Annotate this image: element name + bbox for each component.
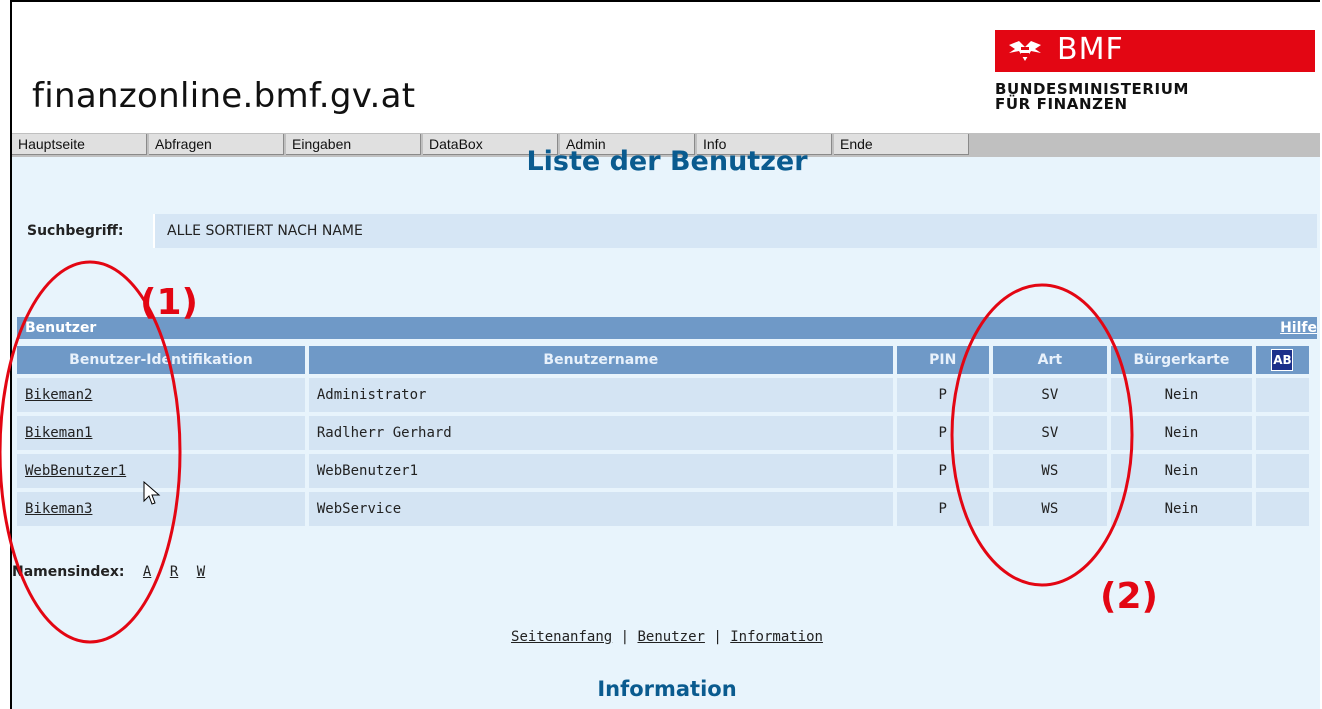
name-index-letter-w[interactable]: W [197, 564, 205, 580]
annotation-label-1: (1) [140, 282, 198, 323]
footer-separator: | [620, 629, 630, 645]
austrian-eagle-icon [1005, 39, 1045, 63]
search-label: Suchbegriff: [17, 214, 155, 248]
column-header-sort: AB [1255, 346, 1309, 374]
username-cell: WebBenutzer1 [308, 454, 893, 488]
footer-links: Seitenanfang | Benutzer | Information [12, 629, 1320, 645]
table-row: Bikeman3 WebService P WS Nein [17, 492, 1309, 526]
buergerkarte-cell: Nein [1111, 492, 1252, 526]
column-header-art[interactable]: Art [992, 346, 1107, 374]
name-index-letter-a[interactable]: A [143, 564, 151, 580]
buergerkarte-cell: Nein [1111, 378, 1252, 412]
column-header-buergerkarte[interactable]: Bürgerkarte [1111, 346, 1252, 374]
empty-cell [1255, 492, 1309, 526]
bmf-logo: BMF [995, 30, 1315, 72]
art-cell: WS [992, 492, 1107, 526]
help-link[interactable]: Hilfe [1280, 317, 1317, 339]
art-cell: SV [992, 416, 1107, 450]
footer-link-information[interactable]: Information [730, 629, 823, 645]
art-cell: WS [992, 454, 1107, 488]
user-id-cell: Bikeman2 [17, 378, 305, 412]
buergerkarte-cell: Nein [1111, 454, 1252, 488]
search-summary: Suchbegriff: ALLE SORTIERT NACH NAME [17, 214, 1317, 248]
empty-cell [1255, 416, 1309, 450]
empty-cell [1255, 378, 1309, 412]
footer-link-seitenanfang[interactable]: Seitenanfang [511, 629, 612, 645]
mouse-cursor-icon [143, 481, 161, 505]
empty-cell [1255, 454, 1309, 488]
footer-link-benutzer[interactable]: Benutzer [638, 629, 705, 645]
users-table: Benutzer-Identifikation Benutzername PIN… [13, 342, 1313, 530]
section-title: Benutzer [25, 320, 97, 336]
page-title: Liste der Benutzer [526, 146, 808, 177]
username-cell: WebService [308, 492, 893, 526]
sort-alphabet-icon[interactable]: AB [1271, 349, 1294, 371]
pin-cell: P [896, 416, 989, 450]
information-heading: Information [597, 677, 737, 701]
annotation-label-2: (2) [1100, 576, 1158, 617]
main-content: Liste der Benutzer Suchbegriff: ALLE SOR… [12, 146, 1320, 709]
search-value: ALLE SORTIERT NACH NAME [167, 223, 363, 239]
table-row: Bikeman2 Administrator P SV Nein [17, 378, 1309, 412]
column-header-pin[interactable]: PIN [896, 346, 989, 374]
pin-cell: P [896, 378, 989, 412]
column-header-username[interactable]: Benutzername [308, 346, 893, 374]
site-title: finanzonline.bmf.gv.at [32, 76, 416, 116]
table-header-row: Benutzer-Identifikation Benutzername PIN… [17, 346, 1309, 374]
name-index-label: Namensindex: [12, 564, 125, 580]
column-header-user-id[interactable]: Benutzer-Identifikation [17, 346, 305, 374]
ministry-line-2: FÜR FINANZEN [995, 95, 1128, 113]
page-header: finanzonline.bmf.gv.at BMF BUNDESMINISTE… [12, 2, 1320, 132]
pin-cell: P [896, 492, 989, 526]
art-cell: SV [992, 378, 1107, 412]
user-id-link[interactable]: WebBenutzer1 [25, 463, 126, 479]
ministry-name: BUNDESMINISTERIUM FÜR FINANZEN [995, 82, 1189, 112]
user-id-link[interactable]: Bikeman2 [25, 387, 92, 403]
username-cell: Administrator [308, 378, 893, 412]
table-row: Bikeman1 Radlherr Gerhard P SV Nein [17, 416, 1309, 450]
users-section-header: Benutzer Hilfe [17, 317, 1317, 339]
pin-cell: P [896, 454, 989, 488]
name-index: Namensindex: A R W [12, 564, 219, 580]
footer-separator: | [713, 629, 722, 645]
username-cell: Radlherr Gerhard [308, 416, 893, 450]
logo-text: BMF [1057, 32, 1124, 67]
name-index-letter-r[interactable]: R [170, 564, 178, 580]
user-id-cell: Bikeman1 [17, 416, 305, 450]
user-id-link[interactable]: Bikeman1 [25, 425, 92, 441]
user-id-link[interactable]: Bikeman3 [25, 501, 92, 517]
buergerkarte-cell: Nein [1111, 416, 1252, 450]
table-row: WebBenutzer1 WebBenutzer1 P WS Nein [17, 454, 1309, 488]
